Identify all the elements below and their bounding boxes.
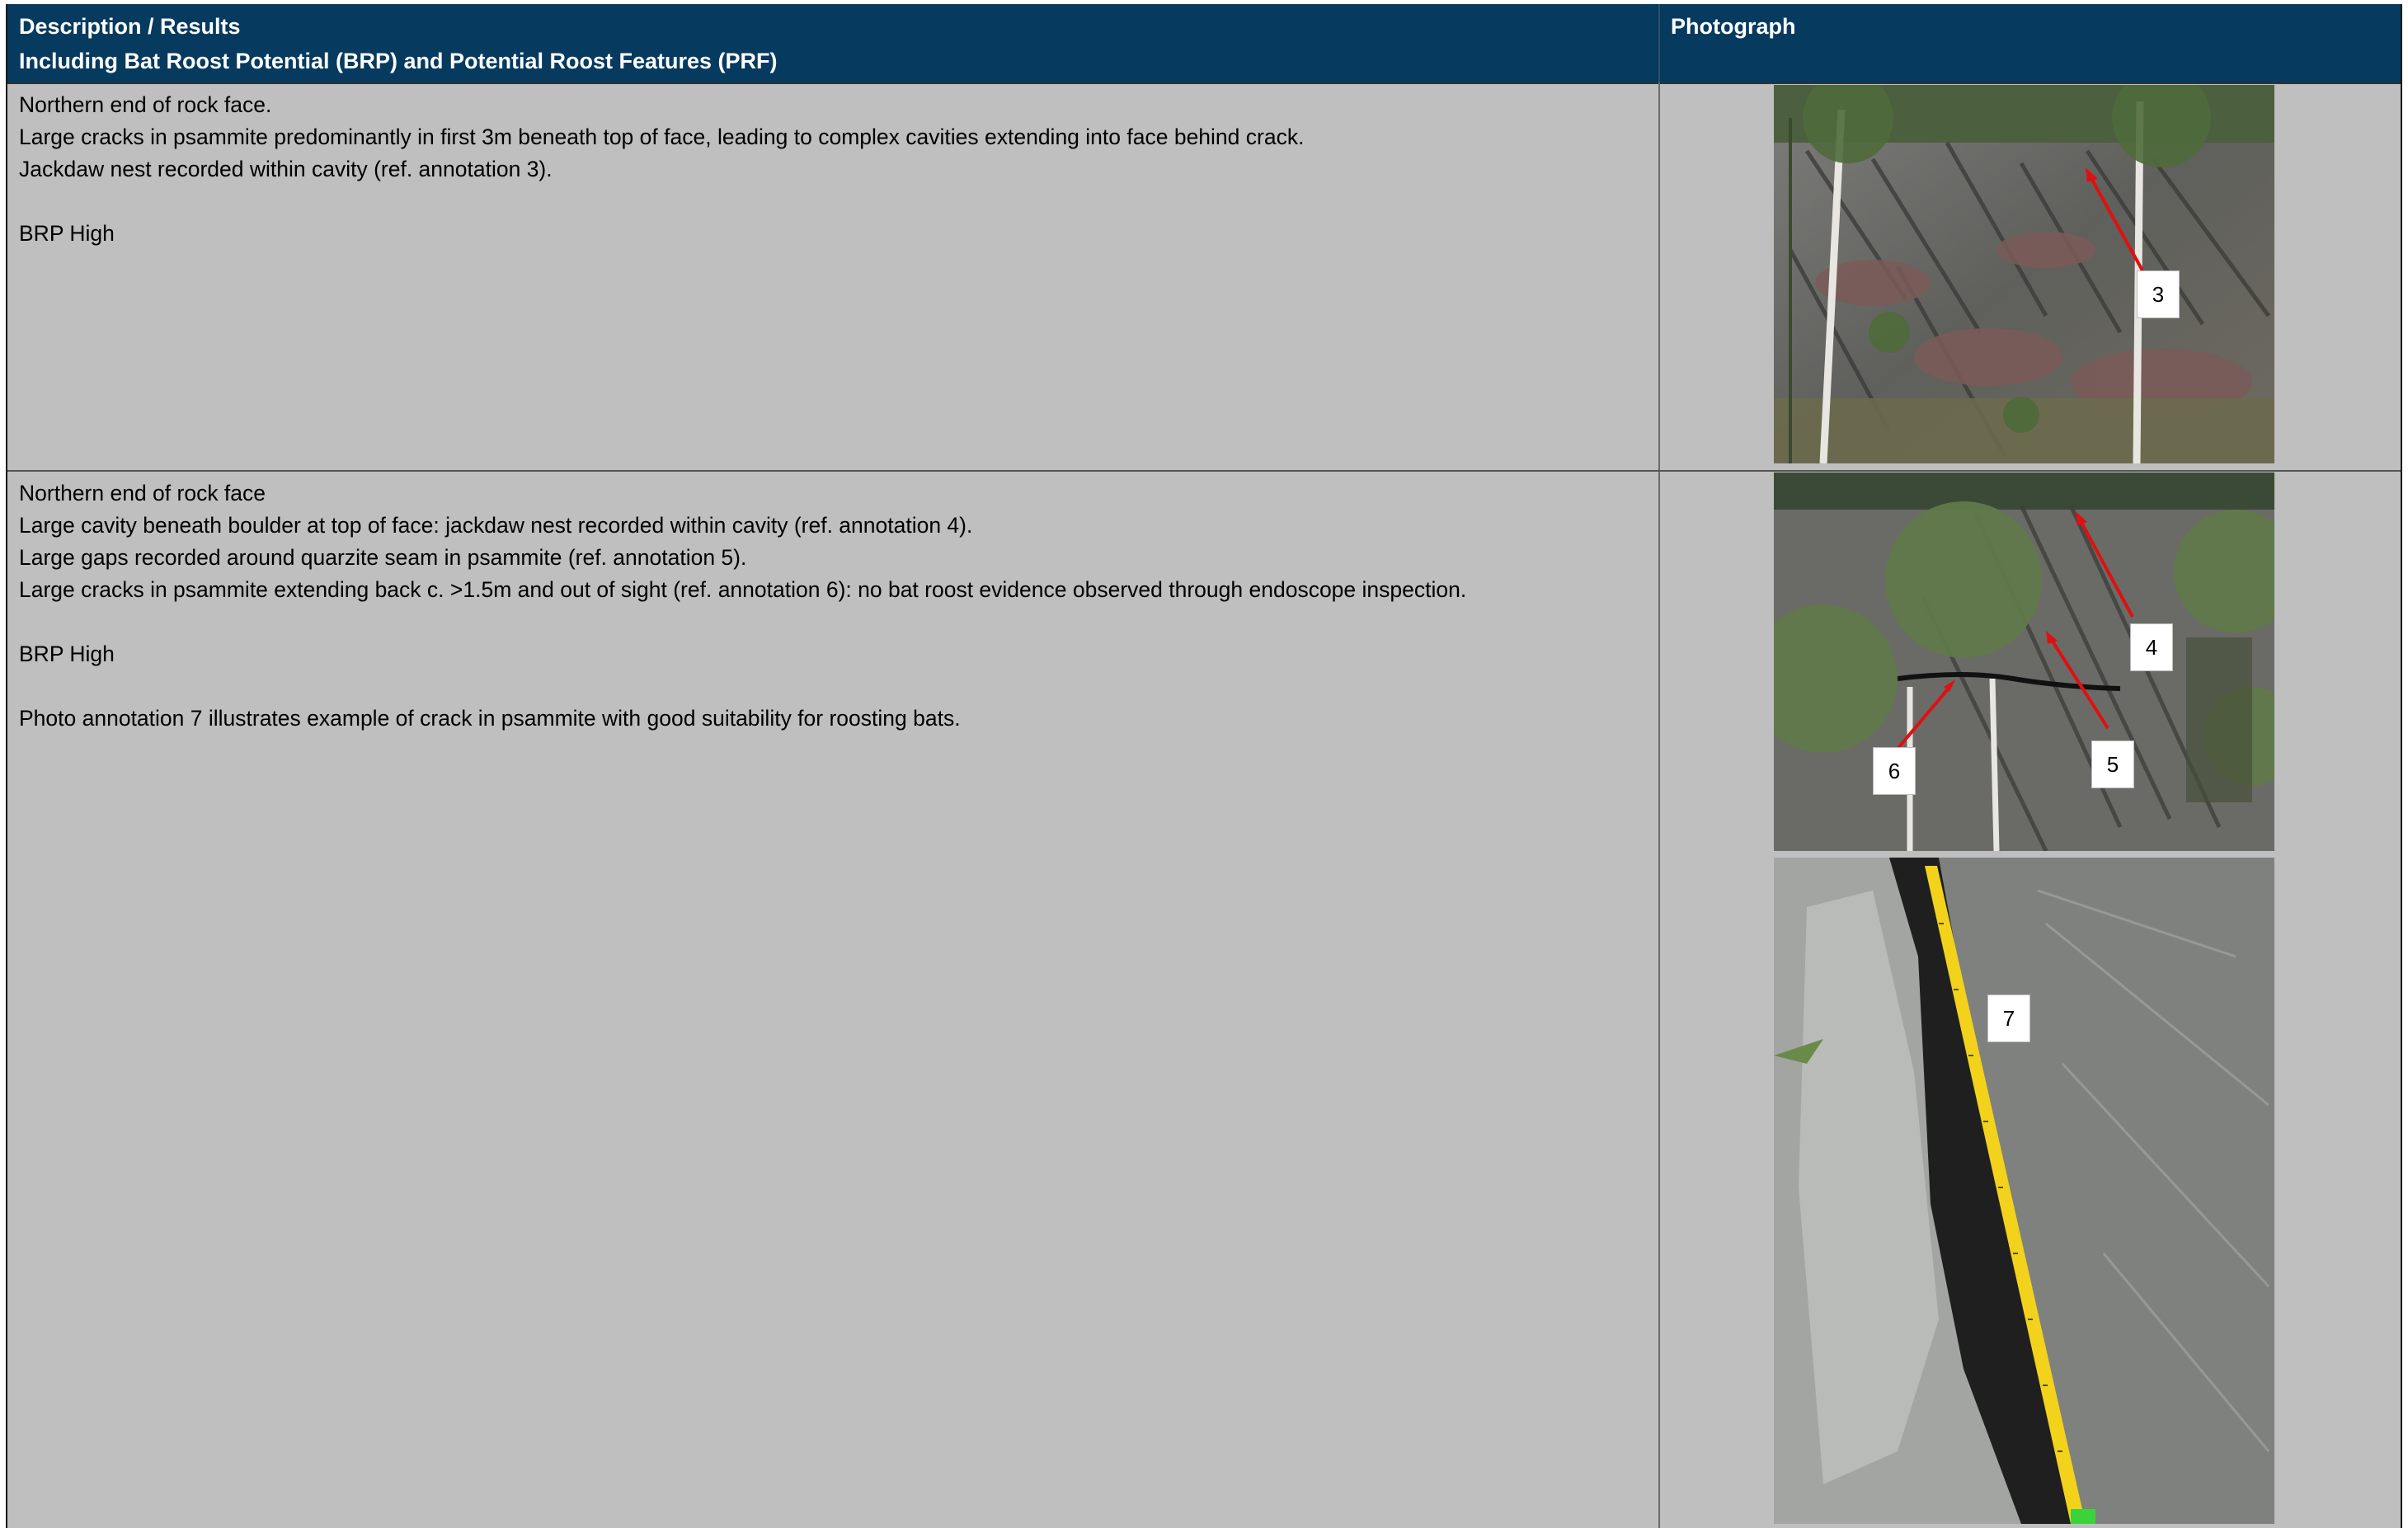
column-divider <box>1658 82 1660 1528</box>
row-divider <box>7 470 2401 472</box>
crack-closeup-photo: 7 <box>1774 858 2274 1524</box>
header-subtitle: Including Bat Roost Potential (BRP) and … <box>19 49 778 73</box>
header-divider <box>1658 4 1660 82</box>
header-rule <box>7 82 2401 84</box>
header-title: Description / Results <box>19 14 241 39</box>
rock-face-photo-1: 3 <box>1774 85 2274 463</box>
row-1-description: Northern end of rock face. Large cracks … <box>19 92 1305 246</box>
annotation-7-label: 7 <box>1987 994 2030 1042</box>
photograph-column-header: Photograph <box>1671 14 1796 39</box>
description-column-header: Description / Results Including Bat Roos… <box>19 9 778 78</box>
table-header: Description / Results Including Bat Roos… <box>7 4 2401 82</box>
rock-face-photo-2: 4 5 6 <box>1774 473 2274 851</box>
annotation-5-label: 5 <box>2091 740 2134 788</box>
annotation-6-label: 6 <box>1873 747 1916 795</box>
annotation-3-label: 3 <box>2137 270 2180 318</box>
annotation-4-label: 4 <box>2130 623 2173 671</box>
row-2-description: Northern end of rock face Large cavity b… <box>19 481 1467 731</box>
